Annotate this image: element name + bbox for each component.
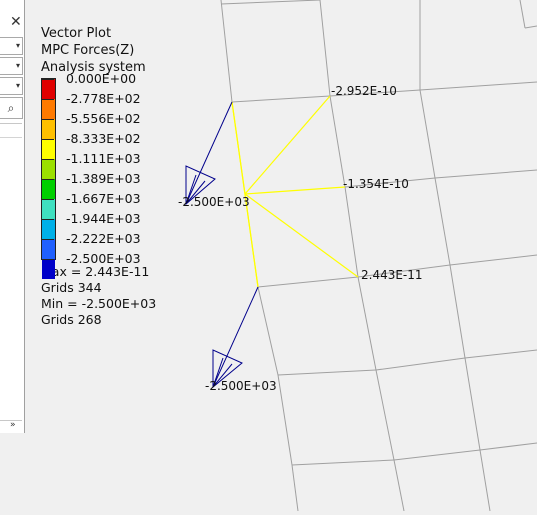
legend-tick xyxy=(41,79,54,80)
legend-min-grid: Grids 268 xyxy=(41,312,102,327)
legend-swatch xyxy=(42,79,55,99)
legend-swatch xyxy=(42,219,55,239)
mesh-line xyxy=(220,0,321,5)
legend-color-bar xyxy=(41,78,56,279)
dropdown-2[interactable]: ▾ xyxy=(0,57,23,75)
legend-max: Max = 2.443E-11 xyxy=(41,264,150,279)
legend-tick xyxy=(41,99,54,100)
mesh-line xyxy=(329,95,346,188)
legend-tick xyxy=(41,119,54,120)
list-header xyxy=(0,123,22,138)
mesh-line xyxy=(291,459,395,466)
mesh-line xyxy=(277,374,293,466)
mesh-line xyxy=(357,276,377,371)
legend-swatch xyxy=(42,99,55,119)
legend-label: -1.111E+03 xyxy=(66,151,141,166)
legend-label: 0.000E+00 xyxy=(66,71,137,86)
legend-label: -1.389E+03 xyxy=(66,171,141,186)
legend-swatch xyxy=(42,199,55,219)
legend-tick xyxy=(41,259,54,260)
mpc-element xyxy=(231,95,359,288)
chevron-down-icon: ▾ xyxy=(15,41,20,50)
value-label-upper-arrow: -2.500E+03 xyxy=(178,195,250,209)
mesh-line xyxy=(464,357,481,451)
mpc-leg-lower-right xyxy=(244,193,359,278)
legend-swatch xyxy=(42,179,55,199)
legend-swatch xyxy=(42,139,55,159)
mesh-line xyxy=(393,459,405,512)
mesh-line xyxy=(449,254,537,266)
legend-tick xyxy=(41,199,54,200)
mesh-line xyxy=(419,81,537,91)
dropdown-3[interactable]: ▾ xyxy=(0,77,23,95)
vector-shaft-lower xyxy=(212,286,259,388)
side-panel: ✕ ▾ ▾ ▾ ⌕ » xyxy=(0,0,25,433)
mesh-line xyxy=(524,25,537,29)
mesh-line xyxy=(257,286,279,376)
legend-title: Vector Plot xyxy=(41,26,112,41)
legend-swatch xyxy=(42,259,55,279)
search-icon: ⌕ xyxy=(7,101,15,115)
mesh-line xyxy=(479,442,537,451)
mesh-line xyxy=(220,0,233,103)
value-label-lower-arrow: -2.500E+03 xyxy=(205,379,277,393)
legend-scale: 0.000E+00 -2.778E+02 -5.556E+02 -8.333E+02 -… xyxy=(41,71,171,279)
mesh-line xyxy=(375,369,395,461)
mpc-leg-mid-right xyxy=(244,186,346,195)
legend-label: -8.333E+02 xyxy=(66,131,141,146)
value-label-mid-right: -1.354E-10 xyxy=(343,177,409,191)
expand-icon[interactable]: » xyxy=(10,420,16,430)
legend-tick xyxy=(41,179,54,180)
vector-shaft-upper xyxy=(185,101,233,205)
result-list[interactable] xyxy=(0,123,22,421)
mesh-line xyxy=(393,449,481,461)
mesh-line xyxy=(434,169,537,179)
mesh-line xyxy=(464,349,537,359)
mesh-line xyxy=(257,276,359,288)
legend-swatch xyxy=(42,159,55,179)
legend-result-type: MPC Forces(Z) xyxy=(41,43,135,58)
color-legend: Vector Plot MPC Forces(Z) Analysis syste… xyxy=(41,25,171,328)
legend-label: -2.500E+03 xyxy=(66,251,141,266)
value-label-top-right: -2.952E-10 xyxy=(331,84,397,98)
chevron-down-icon: ▾ xyxy=(15,81,20,90)
mesh-line xyxy=(291,464,299,512)
value-label-lower-right: 2.443E-11 xyxy=(361,268,423,282)
legend-max-grid: Grids 344 xyxy=(41,280,102,295)
legend-tick xyxy=(41,239,54,240)
legend-label: -1.667E+03 xyxy=(66,191,141,206)
legend-min: Min = -2.500E+03 xyxy=(41,296,157,311)
legend-label: -2.778E+02 xyxy=(66,91,141,106)
mesh-line xyxy=(319,0,331,97)
legend-tick xyxy=(41,139,54,140)
legend-label: -1.944E+03 xyxy=(66,211,141,226)
legend-tick xyxy=(41,219,54,220)
mesh-line xyxy=(479,449,491,512)
mesh-line xyxy=(419,89,436,179)
legend-swatch xyxy=(42,119,55,139)
mesh-line xyxy=(434,177,451,266)
mesh-line xyxy=(231,95,331,103)
dropdown-1[interactable]: ▾ xyxy=(0,37,23,55)
mesh-line xyxy=(519,0,526,29)
legend-tick xyxy=(41,159,54,160)
search-button[interactable]: ⌕ xyxy=(0,97,23,119)
legend-label: -5.556E+02 xyxy=(66,111,141,126)
mesh-line xyxy=(277,369,377,376)
mesh-line xyxy=(375,357,466,371)
mesh-line xyxy=(449,264,466,359)
chevron-down-icon: ▾ xyxy=(15,61,20,70)
legend-label: -2.222E+03 xyxy=(66,231,141,246)
force-vectors xyxy=(185,101,259,389)
close-icon[interactable]: ✕ xyxy=(10,14,22,30)
mpc-leg-top-right xyxy=(244,95,331,195)
mesh-grid xyxy=(220,0,537,512)
mesh-line xyxy=(344,186,359,278)
legend-swatch xyxy=(42,239,55,259)
